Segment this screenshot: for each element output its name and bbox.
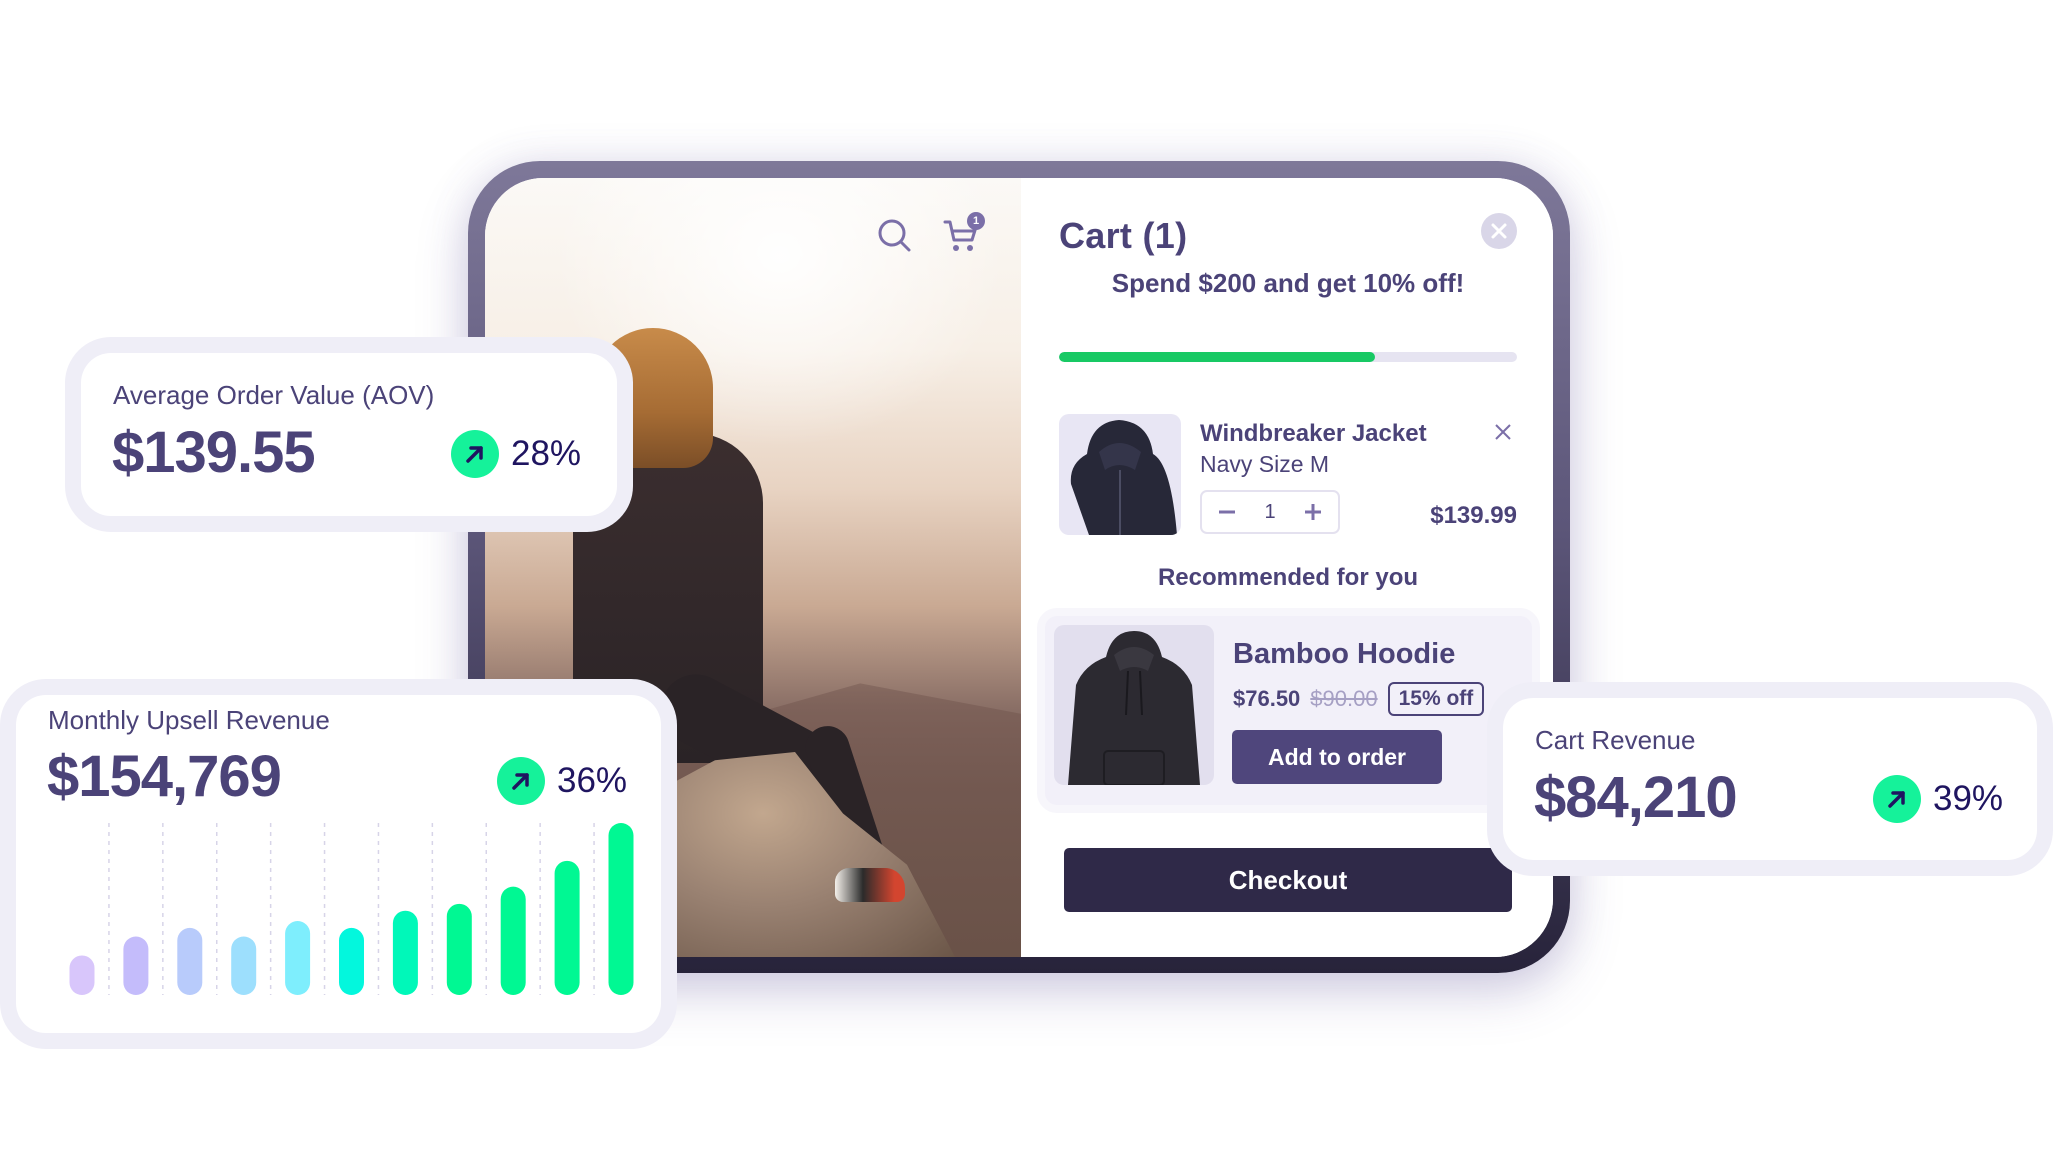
jacket-illustration [1070,420,1177,535]
close-cart-button[interactable] [1481,213,1517,249]
windbreaker-jacket-image [1059,414,1181,535]
minus-icon [1219,510,1235,514]
line-item-variant: Navy Size M [1200,451,1330,477]
monthly-revenue-bar-chart [69,823,634,995]
aov-label: Average Order Value (AOV) [113,380,435,410]
monthly-value: $154,769 [47,744,282,809]
cart-count-badge: 1 [967,212,985,230]
search-button[interactable] [875,216,915,256]
trend-up-badge [451,430,499,478]
monthly-change-value: 36% [557,761,628,800]
quantity-stepper: 1 [1200,490,1340,534]
decrease-quantity-button[interactable] [1214,499,1240,525]
cart-button[interactable]: 1 [941,212,985,256]
bamboo-hoodie-image [1054,625,1214,785]
chart-bar-7 [392,910,418,995]
recommendation-card: Bamboo Hoodie $76.50 $90.00 15% off Add … [1037,608,1540,813]
aov-change-value: 28% [511,434,582,473]
chart-bar-6 [339,927,364,995]
monthly-change: 36% [497,757,627,805]
remove-item-button[interactable] [1491,420,1515,444]
line-item-name: Windbreaker Jacket [1200,420,1427,447]
cart-revenue-stat-card: Cart Revenue $84,210 39% [1503,698,2037,860]
cart-revenue-change: 39% [1873,775,2003,823]
chart-bar-5 [285,921,311,995]
plus-icon [1305,504,1321,520]
quantity-value[interactable]: 1 [1264,501,1275,524]
cart-line-item: Windbreaker Jacket Navy Size M 1 $139.99 [1059,414,1517,536]
storefront-icons: 1 [875,212,985,256]
monthly-upsell-stat-card: Monthly Upsell Revenue $154,769 36% [16,695,661,1033]
line-item-price: $139.99 [1430,502,1517,529]
chart-bar-8 [446,903,472,995]
aov-stat-card: Average Order Value (AOV) $139.55 28% [81,353,617,516]
hoodie-illustration [1068,631,1200,785]
promo-message: Spend $200 and get 10% off! [1111,268,1465,298]
trend-up-badge [1873,775,1921,823]
chart-bar-4 [231,936,257,995]
close-icon [1491,223,1507,239]
chart-bar-3 [177,927,203,995]
cart-revenue-label: Cart Revenue [1535,725,1696,755]
shoe [835,868,905,902]
arrow-up-right-icon [512,773,529,790]
aov-value: $139.55 [112,420,316,485]
cart-title: Cart (1) [1059,215,1188,256]
search-icon [878,219,911,252]
arrow-up-right-icon [1888,791,1905,808]
chart-bar-11 [608,823,634,995]
chart-bar-10 [554,860,580,995]
chart-bar-2 [123,936,149,995]
remove-icon [1495,424,1511,440]
checkout-button[interactable]: Checkout [1064,848,1512,912]
recommendation-original-price: $90.00 [1310,686,1378,711]
cart-revenue-change-value: 39% [1933,779,2004,818]
cart-drawer: Cart (1) Spend $200 and get 10% off! Win… [1021,178,1553,957]
recommendation-name: Bamboo Hoodie [1233,638,1456,670]
monthly-label: Monthly Upsell Revenue [48,705,330,735]
cart-revenue-value: $84,210 [1534,765,1738,830]
chart-bar-9 [500,886,526,995]
add-to-order-button[interactable]: Add to order [1232,730,1442,784]
arrow-up-right-icon [466,446,483,463]
trend-up-badge [497,757,545,805]
recommendation-price-row: $76.50 $90.00 15% off [1233,682,1485,716]
promo-progress-bar [1059,352,1517,362]
recommended-heading: Recommended for you [1157,564,1419,591]
recommendation-price: $76.50 [1233,686,1301,711]
chart-bar-1 [69,955,95,995]
promo-progress-fill [1059,352,1376,362]
discount-badge: 15% off [1387,682,1485,716]
increase-quantity-button[interactable] [1300,499,1326,525]
aov-change: 28% [451,430,581,478]
